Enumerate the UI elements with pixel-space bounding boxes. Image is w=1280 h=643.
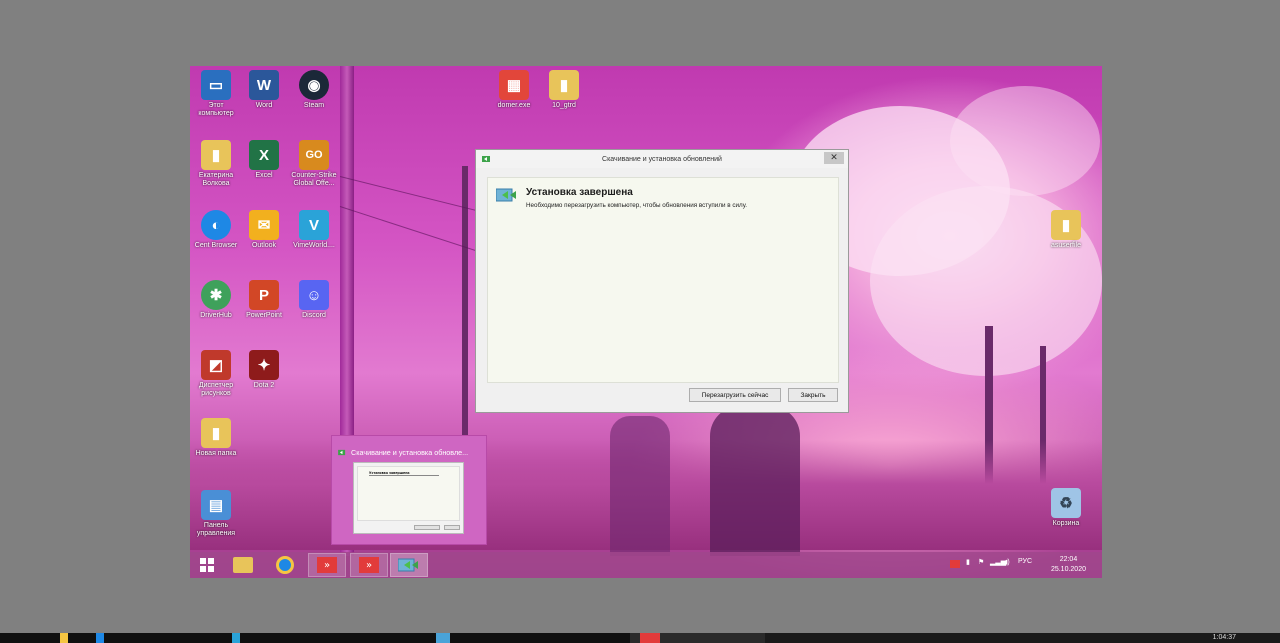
wallpaper-figure bbox=[710, 406, 800, 556]
desktop-icon-control-panel[interactable]: ▤ Панель управления bbox=[190, 490, 242, 538]
windows-logo-icon bbox=[200, 558, 214, 572]
excel-icon: X bbox=[249, 140, 279, 170]
thumbnail-close-button bbox=[444, 525, 460, 530]
host-clock[interactable]: 1:04:37 bbox=[1213, 634, 1236, 641]
update-complete-icon bbox=[496, 188, 516, 202]
update-icon bbox=[398, 558, 418, 572]
tray-volume-icon[interactable]: ◀) bbox=[1002, 558, 1010, 566]
wallpaper-pole bbox=[462, 166, 468, 466]
steam-icon: ◉ bbox=[299, 70, 329, 100]
folder-icon: ▮ bbox=[201, 418, 231, 448]
app-icon: ▦ bbox=[499, 70, 529, 100]
clock-time: 22:04 bbox=[1059, 556, 1078, 563]
desktop-icon-vimeworld[interactable]: V VimeWorld.... bbox=[288, 210, 340, 250]
close-button[interactable]: Закрыть bbox=[788, 388, 838, 402]
wallpaper-figure bbox=[610, 416, 670, 556]
taskbar-anydesk-1[interactable]: » bbox=[308, 553, 346, 577]
desktop-icon-domer[interactable]: ▦ domer.exe bbox=[488, 70, 540, 110]
desktop-icon-asuserfile[interactable]: ▮ asuserfile bbox=[1040, 210, 1092, 250]
desktop-icon-excel[interactable]: X Excel bbox=[238, 140, 290, 180]
desktop-icon-csgo[interactable]: GO Counter-Strike Global Offe... bbox=[288, 140, 340, 188]
taskbar-explorer[interactable] bbox=[228, 553, 258, 577]
host-taskbar bbox=[0, 633, 1280, 643]
taskbar: » » ▮ ⚑ ▂▃▅ ◀) РУС 22:04 25.10.2020 bbox=[190, 552, 1102, 578]
anydesk-icon: » bbox=[359, 557, 379, 573]
cent-browser-icon: ◐ bbox=[201, 210, 231, 240]
update-icon bbox=[338, 449, 346, 456]
desktop-icon-computer[interactable]: ▭ Этот компьютер bbox=[190, 70, 242, 118]
start-button[interactable] bbox=[192, 553, 222, 577]
remote-desktop-screen: ▭ Этот компьютер W Word ◉ Steam ▮ Екатер… bbox=[190, 66, 1102, 578]
thumbnail-restart-button bbox=[414, 525, 440, 530]
host-app-icon[interactable] bbox=[232, 633, 240, 643]
computer-icon: ▭ bbox=[201, 70, 231, 100]
taskbar-windows-update[interactable] bbox=[390, 553, 428, 577]
dialog-heading: Установка завершена bbox=[526, 187, 633, 198]
desktop-icon-powerpoint[interactable]: P PowerPoint bbox=[238, 280, 290, 320]
dialog-description: Необходимо перезагрузить компьютер, чтоб… bbox=[526, 202, 747, 209]
desktop-icon-outlook[interactable]: ✉ Outlook bbox=[238, 210, 290, 250]
taskbar-anydesk-2[interactable]: » bbox=[350, 553, 388, 577]
desktop-icon-recycle-bin[interactable]: ♻ Корзина bbox=[1040, 488, 1092, 528]
tray-language[interactable]: РУС bbox=[1018, 558, 1032, 565]
taskbar-thumbnail-preview[interactable]: Скачивание и установка обновле... Устано… bbox=[331, 435, 487, 545]
thumbnail-title: Скачивание и установка обновле... bbox=[351, 448, 469, 457]
tray-clock[interactable]: 22:04 25.10.2020 bbox=[1051, 555, 1086, 575]
driverhub-icon: ✱ bbox=[201, 280, 231, 310]
tray-anydesk-icon[interactable] bbox=[950, 560, 960, 568]
word-icon: W bbox=[249, 70, 279, 100]
host-app-icon[interactable] bbox=[60, 633, 68, 643]
desktop-icon-driverhub[interactable]: ✱ DriverHub bbox=[190, 280, 242, 320]
host-app-icon[interactable] bbox=[96, 633, 104, 643]
outlook-icon: ✉ bbox=[249, 210, 279, 240]
discord-icon: ☺ bbox=[299, 280, 329, 310]
desktop-icon-user-folder[interactable]: ▮ Екатерина Волкова bbox=[190, 140, 242, 188]
taskbar-cent-browser[interactable] bbox=[270, 553, 300, 577]
desktop-icon-discord[interactable]: ☺ Discord bbox=[288, 280, 340, 320]
dialog-content-panel: Установка завершена Необходимо перезагру… bbox=[487, 177, 839, 383]
user-folder-icon: ▮ bbox=[201, 140, 231, 170]
thumbnail-window: Установка завершена bbox=[353, 462, 464, 534]
desktop-icon-picture-manager[interactable]: ◩ Диспетчер рисунков bbox=[190, 350, 242, 398]
control-panel-icon: ▤ bbox=[201, 490, 231, 520]
dota-icon: ✦ bbox=[249, 350, 279, 380]
dialog-title: Скачивание и установка обновлений bbox=[602, 155, 722, 163]
desktop-icon-dota[interactable]: ✦ Dota 2 bbox=[238, 350, 290, 390]
desktop-icon-10-gtrd[interactable]: ▮ 10_gtrd bbox=[538, 70, 590, 110]
picture-manager-icon: ◩ bbox=[201, 350, 231, 380]
folder-icon: ▮ bbox=[549, 70, 579, 100]
restart-now-button[interactable]: Перезагрузить сейчас bbox=[689, 388, 781, 402]
folder-icon: ▮ bbox=[1051, 210, 1081, 240]
desktop-icon-cent-browser[interactable]: ◐ Cent Browser bbox=[190, 210, 242, 250]
clock-date: 25.10.2020 bbox=[1050, 566, 1086, 573]
desktop-icon-new-folder[interactable]: ▮ Новая папка bbox=[190, 418, 242, 458]
host-anydesk-icon[interactable] bbox=[640, 633, 660, 643]
vimeworld-icon: V bbox=[299, 210, 329, 240]
recycle-bin-icon: ♻ bbox=[1051, 488, 1081, 518]
wallpaper-blossom bbox=[950, 86, 1100, 196]
powerpoint-icon: P bbox=[249, 280, 279, 310]
file-explorer-icon bbox=[233, 557, 253, 573]
dialog-close-button[interactable]: ✕ bbox=[824, 152, 844, 164]
tray-flag-icon[interactable]: ⚑ bbox=[978, 558, 984, 566]
desktop-icon-steam[interactable]: ◉ Steam bbox=[288, 70, 340, 110]
desktop-icon-word[interactable]: W Word bbox=[238, 70, 290, 110]
anydesk-icon: » bbox=[317, 557, 337, 573]
host-app-icon[interactable] bbox=[436, 633, 450, 643]
dialog-titlebar[interactable]: Скачивание и установка обновлений ✕ bbox=[476, 150, 848, 168]
csgo-icon: GO bbox=[299, 140, 329, 170]
cent-browser-icon bbox=[276, 556, 294, 574]
tray-device-icon[interactable]: ▮ bbox=[966, 558, 970, 566]
update-dialog: Скачивание и установка обновлений ✕ Уста… bbox=[475, 149, 849, 413]
